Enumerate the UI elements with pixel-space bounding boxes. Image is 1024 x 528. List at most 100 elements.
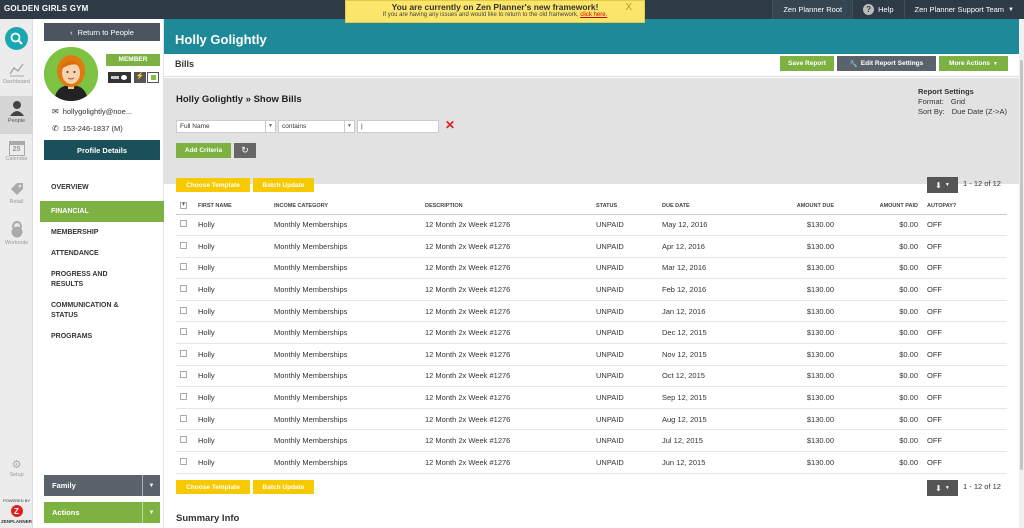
top-right-menu: Zen Planner Root ? Help Zen Planner Supp…: [772, 0, 1024, 19]
menu-programs[interactable]: PROGRAMS: [40, 326, 164, 347]
choose-template-button-bottom[interactable]: Choose Template: [176, 480, 250, 494]
row-checkbox[interactable]: [180, 328, 187, 336]
root-account-link[interactable]: Zen Planner Root: [772, 0, 853, 19]
cell-amount-due: $130.00: [746, 278, 837, 301]
nav-setup[interactable]: ⚙ Setup: [0, 459, 33, 485]
phone-row[interactable]: ✆ 153-246-1837 (M): [52, 124, 123, 133]
cell-due-date: Apr 12, 2016: [662, 235, 746, 258]
download-button[interactable]: ⬇ ▼: [927, 177, 958, 193]
cell-autopay: OFF: [921, 321, 1007, 345]
menu-overview[interactable]: OVERVIEW: [40, 181, 164, 201]
table-row[interactable]: Holly Monthly Memberships 12 Month 2x Week…: [176, 235, 1007, 258]
user-menu[interactable]: Zen Planner Support Team ▼: [903, 0, 1024, 19]
more-actions-button[interactable]: More Actions ▼: [939, 56, 1008, 71]
return-to-people-button[interactable]: ‹ Return to People: [44, 23, 160, 41]
email-row[interactable]: ✉ hollygolightly@noe...: [52, 107, 132, 116]
col-amount-paid[interactable]: AMOUNT PAID: [837, 198, 921, 215]
actions-button[interactable]: Actions ▼: [44, 502, 160, 523]
col-income-category[interactable]: INCOME CATEGORY: [274, 198, 425, 215]
table-row[interactable]: Holly Monthly Memberships 12 Month 2x Week…: [176, 321, 1007, 345]
nav-people[interactable]: People: [0, 96, 33, 134]
menu-financial[interactable]: FINANCIAL: [40, 201, 164, 222]
col-status[interactable]: STATUS: [596, 198, 662, 215]
table-row[interactable]: Holly Monthly Memberships 12 Month 2x Week…: [176, 408, 1007, 431]
nav-retail[interactable]: Retail: [0, 181, 33, 215]
banner-old-framework-link[interactable]: click here.: [580, 12, 607, 18]
remove-criteria-icon[interactable]: ✕: [445, 118, 455, 132]
row-checkbox[interactable]: [180, 436, 187, 444]
report-format: Format: Grid: [918, 97, 1007, 107]
cell-amount-paid: $0.00: [837, 257, 921, 280]
row-checkbox[interactable]: [180, 285, 187, 293]
row-checkbox[interactable]: [180, 414, 187, 422]
choose-template-button[interactable]: Choose Template: [176, 178, 250, 192]
row-checkbox[interactable]: [180, 241, 187, 249]
save-report-button[interactable]: Save Report: [780, 56, 834, 71]
nav-calendar[interactable]: 25 Calendar: [0, 139, 33, 175]
person-icon: [9, 101, 24, 116]
batch-update-button[interactable]: Batch Update: [253, 178, 314, 192]
cell-status: UNPAID: [596, 343, 662, 366]
col-due-date[interactable]: DUE DATE: [662, 198, 746, 215]
scrollbar-thumb[interactable]: [1020, 60, 1023, 470]
table-row[interactable]: Holly Monthly Memberships 12 Month 2x Week…: [176, 343, 1007, 366]
expand-all-header[interactable]: +: [176, 198, 198, 215]
row-checkbox[interactable]: [180, 457, 187, 465]
download-button-bottom[interactable]: ⬇ ▼: [927, 480, 958, 496]
cell-description: 12 Month 2x Week #1276: [425, 365, 596, 388]
profile-details-button[interactable]: Profile Details: [44, 140, 160, 160]
table-row[interactable]: Holly Monthly Memberships 12 Month 2x Week…: [176, 257, 1007, 280]
table-row[interactable]: Holly Monthly Memberships 12 Month 2x Week…: [176, 278, 1007, 301]
table-row[interactable]: Holly Monthly Memberships 12 Month 2x Week…: [176, 214, 1007, 237]
menu-attendance[interactable]: ATTENDANCE: [40, 243, 164, 264]
col-amount-due[interactable]: AMOUNT DUE: [746, 198, 837, 215]
cell-due-date: Aug 12, 2015: [662, 408, 746, 431]
cell-status: UNPAID: [596, 300, 662, 323]
table-row[interactable]: Holly Monthly Memberships 12 Month 2x Week…: [176, 300, 1007, 323]
refresh-button[interactable]: ↻: [234, 143, 256, 158]
menu-membership[interactable]: MEMBERSHIP: [40, 222, 164, 243]
table-row[interactable]: Holly Monthly Memberships 12 Month 2x Week…: [176, 451, 1007, 474]
criteria-field-select[interactable]: Full Name ▼: [176, 120, 276, 133]
chevron-down-icon[interactable]: ▼: [142, 502, 160, 523]
cell-autopay: OFF: [921, 408, 1007, 431]
col-autopay[interactable]: AUTOPAY?: [921, 198, 1007, 215]
search-button[interactable]: [5, 27, 28, 50]
criteria-operator-select[interactable]: contains ▼: [278, 120, 355, 133]
row-checkbox[interactable]: [180, 306, 187, 314]
chevron-down-icon[interactable]: ▼: [142, 475, 160, 496]
profile-menu: OVERVIEW FINANCIAL MEMBERSHIP ATTENDANCE…: [40, 181, 164, 347]
menu-progress-and-results[interactable]: PROGRESS AND RESULTS: [40, 264, 130, 295]
row-checkbox[interactable]: [180, 220, 187, 228]
row-checkbox[interactable]: [180, 263, 187, 271]
table-row[interactable]: Holly Monthly Memberships 12 Month 2x Week…: [176, 365, 1007, 388]
add-criteria-button[interactable]: Add Criteria: [176, 143, 231, 158]
cell-due-date: Mar 12, 2016: [662, 257, 746, 280]
family-button[interactable]: Family ▼: [44, 475, 160, 496]
email-icon: ✉: [52, 107, 59, 116]
edit-report-settings-button[interactable]: 🔧 Edit Report Settings: [837, 56, 936, 71]
row-checkbox[interactable]: [180, 371, 187, 379]
close-icon[interactable]: X: [625, 2, 632, 13]
actions-label: Actions: [52, 508, 80, 517]
row-checkbox[interactable]: [180, 349, 187, 357]
criteria-value-input[interactable]: |: [357, 120, 439, 133]
menu-communication-and-status[interactable]: COMMUNICATION & STATUS: [40, 295, 145, 326]
cell-due-date: May 12, 2016: [662, 214, 746, 237]
cell-status: UNPAID: [596, 408, 662, 431]
avatar[interactable]: [44, 47, 98, 101]
nav-workouts[interactable]: Workouts: [0, 220, 33, 255]
table-row[interactable]: Holly Monthly Memberships 12 Month 2x Week…: [176, 429, 1007, 453]
section-title: Bills: [175, 59, 195, 69]
table-row[interactable]: Holly Monthly Memberships 12 Month 2x Week…: [176, 386, 1007, 409]
row-checkbox[interactable]: [180, 393, 187, 401]
col-first-name[interactable]: FIRST NAME: [198, 198, 274, 215]
nav-dashboard[interactable]: Dashboard: [0, 59, 33, 93]
cell-status: UNPAID: [596, 386, 662, 409]
help-link[interactable]: ? Help: [852, 0, 903, 19]
row-select-cell: [176, 235, 198, 258]
cell-autopay: OFF: [921, 365, 1007, 388]
cell-amount-paid: $0.00: [837, 235, 921, 258]
col-description[interactable]: DESCRIPTION: [425, 198, 596, 215]
batch-update-button-bottom[interactable]: Batch Update: [253, 480, 314, 494]
